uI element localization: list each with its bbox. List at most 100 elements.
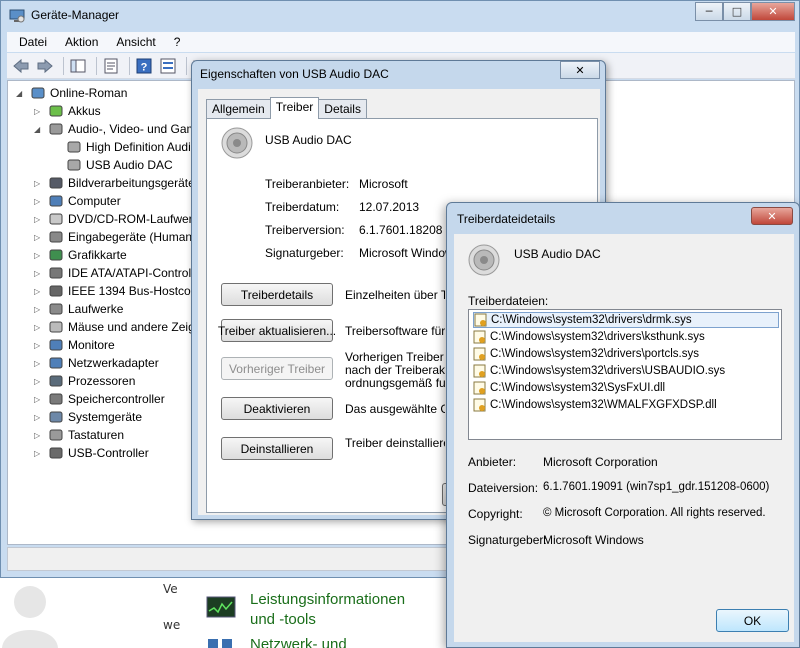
link-leistungsinformationen[interactable]: Leistungsinformationen [250,591,405,608]
file-path: C:\Windows\system32\drivers\USBAUDIO.sys [490,365,726,377]
forward-button[interactable] [35,56,55,76]
driver-version-label: Treiberversion: [265,223,345,237]
tree-item[interactable]: ▷ Laufwerke [34,300,123,318]
menu-ansicht[interactable]: Ansicht [110,35,161,49]
monitor-icon [49,339,63,351]
collapsed-arrow-icon[interactable]: ▷ [34,305,44,314]
file-list-item[interactable]: C:\Windows\system32\drivers\portcls.sys [473,346,699,362]
collapsed-arrow-icon[interactable]: ▷ [34,395,44,404]
collapsed-arrow-icon[interactable]: ▷ [34,269,44,278]
tree-item[interactable]: ▷ IDE ATA/ATAPI-Controller [34,264,204,282]
collapsed-arrow-icon[interactable]: ▷ [34,197,44,206]
driver-files-list[interactable]: C:\Windows\system32\drivers\drmk.sys C:\W… [468,309,782,440]
maximize-icon: □ [731,5,743,18]
expanded-arrow-icon[interactable]: ◢ [16,89,26,98]
tree-item[interactable]: ▷ Computer [34,192,121,210]
collapsed-arrow-icon[interactable]: ▷ [34,179,44,188]
rollback-driver-button[interactable]: Vorheriger Treiber [221,357,333,380]
disable-desc: Das ausgewählte Gerät deaktivieren [345,403,445,416]
tree-item[interactable]: High Definition Audio [52,138,197,156]
view-button[interactable] [158,56,178,76]
collapsed-arrow-icon[interactable]: ▷ [34,233,44,242]
tab-allgemein[interactable]: Allgemein [206,99,271,119]
maximize-button[interactable]: □ [723,2,751,21]
tree-item[interactable]: ▷ Systemgeräte [34,408,142,426]
file-list-item[interactable]: C:\Windows\system32\SysFxUI.dll [473,380,665,396]
uninstall-button[interactable]: Deinstallieren [221,437,333,460]
tree-item-label: Computer [68,194,121,208]
tree-item[interactable]: ▷ Akkus [34,102,101,120]
background-text-2: we [163,618,181,632]
tree-item[interactable]: ▷ Grafikkarte [34,246,127,264]
menu-aktion[interactable]: Aktion [59,35,104,49]
help-button[interactable]: ? [134,56,154,76]
console-tree-button[interactable] [68,56,88,76]
collapsed-arrow-icon[interactable]: ▷ [34,431,44,440]
file-list-item[interactable]: C:\Windows\system32\drivers\USBAUDIO.sys [473,363,725,379]
device-manager-titlebar[interactable]: Geräte-Manager ─ □ ✕ [1,1,799,31]
file-list-item[interactable]: C:\Windows\system32\drivers\ksthunk.sys [473,329,705,345]
collapsed-arrow-icon[interactable]: ▷ [34,287,44,296]
properties-close-button[interactable]: ✕ [560,61,600,79]
ok-button[interactable]: OK [716,609,789,632]
collapsed-arrow-icon[interactable]: ▷ [34,359,44,368]
update-driver-button[interactable]: Treiber aktualisieren... [218,319,336,342]
tree-item[interactable]: ▷ Bildverarbeitungsgeräte [34,174,195,192]
collapsed-arrow-icon[interactable]: ▷ [34,215,44,224]
signer-label: Signaturgeber: [265,246,344,260]
tab-details[interactable]: Details [318,99,367,119]
link-netzwerk[interactable]: Netzwerk- und [250,636,347,648]
collapsed-arrow-icon[interactable]: ▷ [34,107,44,116]
battery-icon [49,105,63,117]
file-version-label: Dateiversion: [468,481,539,495]
tree-item[interactable]: ▷ Monitore [34,336,115,354]
collapsed-arrow-icon[interactable]: ▷ [34,323,44,332]
properties-button[interactable] [101,56,121,76]
properties-title: Eigenschaften von USB Audio DAC [200,67,389,81]
driver-details-desc: Einzelheiten über Treiberdateien [345,289,445,302]
storage-icon [49,393,63,405]
tree-item-label: Prozessoren [68,374,136,388]
close-icon: ✕ [575,63,585,77]
minimize-icon: ─ [705,5,713,18]
disable-button[interactable]: Deaktivieren [221,397,333,420]
tree-item[interactable]: ▷ Speichercontroller [34,390,165,408]
file-list-item[interactable]: C:\Windows\system32\WMALFXGFXDSP.dll [473,397,717,413]
tree-item[interactable]: ◢ Online-Roman [16,84,127,102]
collapsed-arrow-icon[interactable]: ▷ [34,341,44,350]
collapsed-arrow-icon[interactable]: ▷ [34,449,44,458]
file-list-item[interactable]: C:\Windows\system32\drivers\drmk.sys [473,312,779,328]
tree-item[interactable]: ▷ Prozessoren [34,372,135,390]
file-path: C:\Windows\system32\drivers\ksthunk.sys [490,331,705,343]
close-icon: ✕ [768,5,778,18]
hid-icon [49,231,63,243]
toolbar-separator [96,56,97,75]
minimize-button[interactable]: ─ [695,2,723,21]
expanded-arrow-icon[interactable]: ◢ [34,125,44,134]
collapsed-arrow-icon[interactable]: ▷ [34,377,44,386]
tree-item[interactable]: ▷ Netzwerkadapter [34,354,159,372]
tree-item[interactable]: USB Audio DAC [52,156,173,174]
tree-item[interactable]: ▷ USB-Controller [34,444,149,462]
menu-datei[interactable]: Datei [13,35,53,49]
help-icon: ? [136,58,152,73]
driver-file-details-close-button[interactable]: ✕ [751,207,793,225]
driver-details-button[interactable]: Treiberdetails [221,283,333,306]
properties-tabs: Allgemein Treiber Details [206,97,367,119]
menu-help[interactable]: ? [168,35,187,49]
toolbar-separator [186,56,187,75]
tree-item-label: USB Audio DAC [86,158,173,172]
tree-item[interactable]: ▷ DVD/CD-ROM-Laufwerke [34,210,205,228]
link-und-tools[interactable]: und -tools [250,611,316,628]
tree-item-label: IDE ATA/ATAPI-Controller [68,266,205,280]
collapsed-arrow-icon[interactable]: ▷ [34,413,44,422]
driver-version-value: 6.1.7601.18208 [359,223,443,237]
tree-item-label: Netzwerkadapter [68,356,159,370]
close-button[interactable]: ✕ [751,2,795,21]
collapsed-arrow-icon[interactable]: ▷ [34,251,44,260]
tree-item[interactable]: ▷ Tastaturen [34,426,124,444]
back-button[interactable] [11,56,31,76]
tree-item-label: Speichercontroller [68,392,165,406]
tree-item-label: Bildverarbeitungsgeräte [68,176,195,190]
tab-treiber[interactable]: Treiber [269,97,320,119]
